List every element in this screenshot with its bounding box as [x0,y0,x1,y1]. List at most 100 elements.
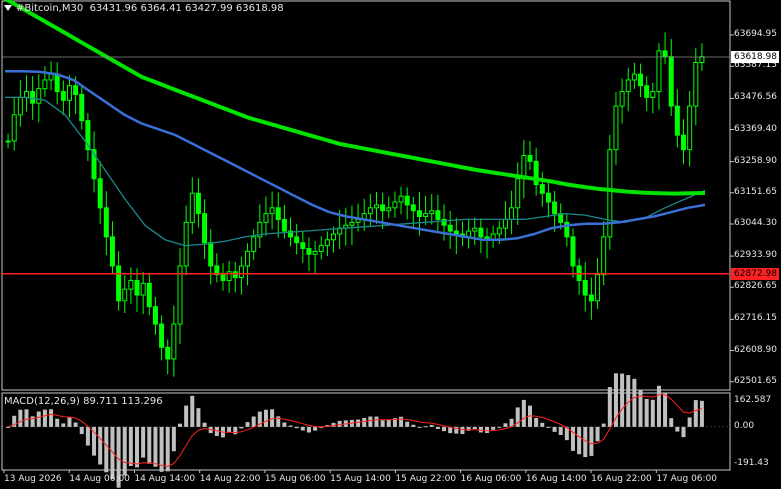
candle-body [638,73,644,87]
candle-body [539,184,545,194]
macd-bar [503,423,508,427]
macd-bar [171,426,176,452]
macd-bar [239,426,244,429]
candle-body [386,207,392,212]
macd-bar [601,423,606,427]
candle-body [404,195,410,206]
candle-body [502,218,508,229]
macd-bar [669,418,674,427]
macd-bar [632,378,637,427]
macd-bar [693,400,698,427]
candle-body [60,91,66,101]
candle-body [281,218,287,232]
macd-bar [227,426,232,433]
macd-bar [270,409,275,427]
candle-body [306,248,312,255]
ma-mid-line [5,69,706,242]
macd-bar [313,426,318,431]
candle-body [625,79,631,93]
candle-body [195,192,201,215]
candle-body [159,323,165,348]
candle-body [103,207,109,238]
macd-bar [552,426,557,432]
time-tick-label: 15 Aug 22:00 [395,474,457,484]
candle-body [668,56,674,107]
macd-bar [589,426,594,456]
macd-bar [380,420,385,427]
candle-body [11,114,17,142]
macd-bar [663,393,668,427]
macd-bar [79,426,84,435]
candle-body [380,204,386,212]
candle-body [367,207,373,215]
candle-body [17,96,23,116]
macd-bar [306,426,311,433]
candle-body [416,210,422,218]
macd-bar [417,426,422,428]
candle-body [294,236,300,244]
chart-window[interactable]: #Bitcoin,M30 63431.96 6364.41 63427.99 6… [0,0,781,489]
price-tick-label: 62608.90 [734,344,777,355]
macd-bar [135,426,140,468]
candle-body [128,279,134,290]
candle-body [165,346,171,360]
candle-body [552,201,558,215]
macd-bar [294,426,299,429]
time-tick-label: 13 Aug 2026 [4,474,62,484]
macd-bar [42,409,47,427]
macd-bar [650,399,655,427]
candle-body [644,85,650,98]
candle-body [447,224,453,232]
candle-body [48,73,54,81]
macd-bar [699,400,704,427]
candle-body [398,195,404,203]
price-tick-label: 62716.15 [734,313,777,324]
macd-bar [620,373,625,427]
macd-bar [570,426,575,451]
macd-bar [485,426,490,434]
macd-bar [362,417,367,427]
price-tick-label: 62501.65 [734,375,777,386]
macd-bar [558,426,563,435]
time-tick-label: 14 Aug 22:00 [199,474,261,484]
macd-tick-label: 0.00 [734,420,755,431]
macd-bar [607,387,612,427]
macd-bar [147,426,152,464]
macd-bar [55,418,60,427]
candle-body [30,91,36,104]
macd-bar [534,418,539,427]
candle-body [373,204,379,209]
macd-bar [6,426,11,428]
candle-body [392,201,398,209]
candle-body [349,221,355,226]
macd-bar [368,416,373,427]
macd-bar [442,426,447,432]
time-tick-label: 15 Aug 06:00 [264,474,326,484]
macd-bar [644,398,649,427]
candle-body [202,213,208,244]
candle-body [122,288,128,302]
candle-body [177,265,183,325]
macd-tick-label: -191.43 [734,458,769,468]
candle-body [42,79,48,90]
candle-body [509,207,515,220]
macd-bar [245,422,250,427]
macd-bar [184,405,189,427]
price-tick-label: 63151.65 [734,186,777,197]
macd-bar [190,395,195,427]
macd-bar [429,425,434,427]
candle-body [423,213,429,218]
level-price-tag: 62872.98 [731,267,779,280]
price-tick-label: 63369.40 [734,123,777,134]
candle-body [220,274,226,281]
macd-bar [263,409,268,427]
symbol-menu-icon[interactable] [4,5,12,11]
chart-canvas[interactable] [0,0,781,489]
macd-bar [165,426,170,472]
time-tick-label: 14 Aug 14:00 [134,474,196,484]
macd-bar [595,426,600,442]
macd-bar [122,426,127,476]
candle-body [324,239,330,247]
candle-body [570,236,576,267]
price-tick-label: 63258.90 [734,155,777,166]
